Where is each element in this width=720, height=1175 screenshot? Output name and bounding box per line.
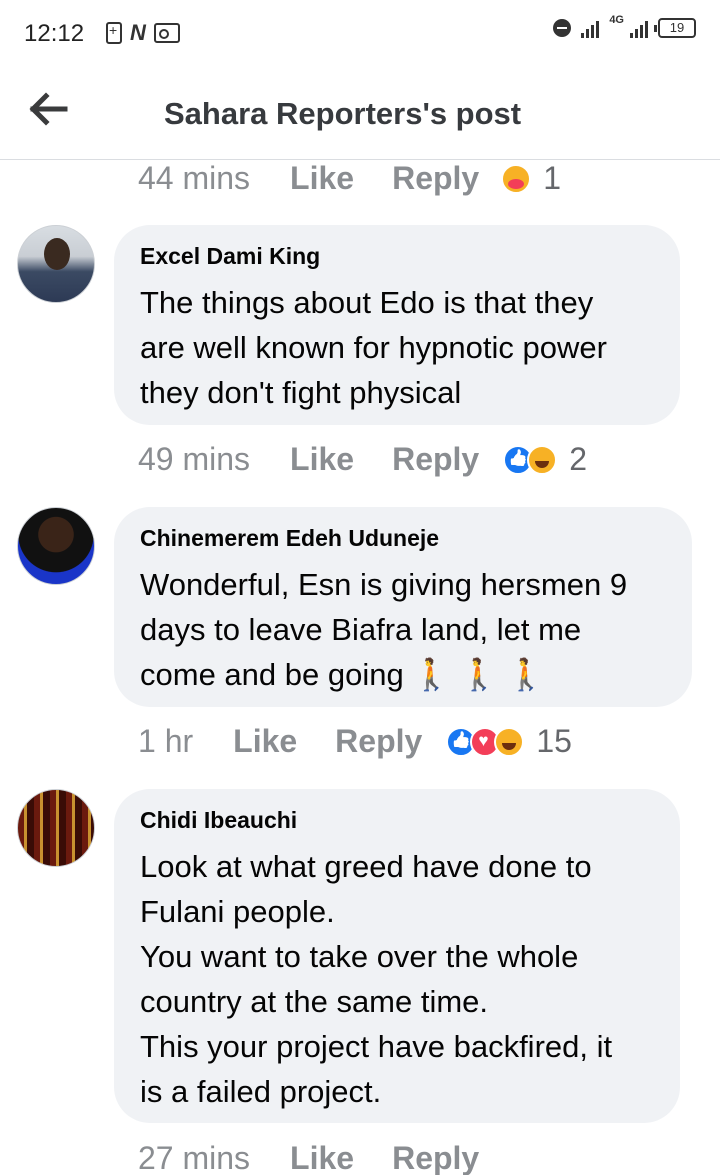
comment-time[interactable]: 27 mins (138, 1140, 250, 1175)
comment-text: The things about Edo is that they are we… (140, 285, 607, 410)
comment-meta-row: 1 hr Like Reply 15 (138, 723, 572, 760)
comment-text: Look at what greed have done to Fulani p… (140, 849, 613, 1109)
comment-meta-row: 27 mins Like Reply (138, 1140, 479, 1175)
comment-text: Wonderful, Esn is giving hersmen 9 days … (140, 567, 628, 692)
battery-icon: 19 (654, 18, 696, 38)
reactions-summary[interactable]: 15 (446, 723, 572, 760)
reactions-summary[interactable]: 2 (503, 441, 587, 478)
reply-button[interactable]: Reply (392, 441, 479, 478)
signal-icon-2 (630, 18, 648, 38)
signal-icon (581, 18, 600, 38)
care-reaction-icon (501, 163, 532, 194)
n-app-icon: N (130, 20, 146, 45)
reaction-count: 15 (536, 723, 572, 759)
comment-bubble: Chinemerem Edeh Uduneje Wonderful, Esn i… (114, 507, 692, 707)
reply-button[interactable]: Reply (392, 160, 479, 197)
comment-time[interactable]: 1 hr (138, 723, 193, 760)
network-type: 4G (609, 14, 624, 26)
comment-bubble: Chidi Ibeauchi Look at what greed have d… (114, 789, 680, 1123)
comment-author[interactable]: Excel Dami King (140, 243, 654, 270)
like-button[interactable]: Like (290, 441, 354, 478)
comment-time[interactable]: 44 mins (138, 160, 250, 197)
system-icons: 4G 19 (553, 14, 696, 38)
status-bar: 12:12 N 4G 19 (0, 0, 720, 64)
reaction-count: 2 (569, 441, 588, 477)
comment-meta-row: 49 mins Like Reply 2 (138, 441, 587, 478)
like-button[interactable]: Like (290, 1140, 354, 1175)
comment-meta-row: 44 mins Like Reply 1 (138, 160, 561, 197)
avatar[interactable] (17, 507, 95, 585)
like-button[interactable]: Like (290, 160, 354, 197)
comment-time[interactable]: 49 mins (138, 441, 250, 478)
id-card-icon (153, 23, 180, 43)
comment-author[interactable]: Chinemerem Edeh Uduneje (140, 525, 666, 552)
dnd-icon (553, 19, 572, 37)
haha-reaction-icon (527, 444, 558, 475)
reactions-summary[interactable]: 1 (501, 160, 561, 197)
arrow-left-icon[interactable] (28, 92, 68, 126)
comment-bubble: Excel Dami King The things about Edo is … (114, 225, 680, 425)
reply-button[interactable]: Reply (392, 1140, 479, 1175)
avatar[interactable] (17, 789, 95, 867)
battery-saver-icon (106, 22, 122, 44)
reply-button[interactable]: Reply (335, 723, 422, 760)
post-header: Sahara Reporters's post (0, 64, 720, 160)
like-button[interactable]: Like (233, 723, 297, 760)
status-time: 12:12 (24, 20, 85, 47)
avatar[interactable] (17, 225, 95, 303)
comment-author[interactable]: Chidi Ibeauchi (140, 807, 654, 834)
page-title: Sahara Reporters's post (164, 96, 522, 131)
reaction-count: 1 (543, 160, 562, 196)
haha-reaction-icon (494, 726, 525, 757)
notification-icons: N (106, 20, 180, 46)
